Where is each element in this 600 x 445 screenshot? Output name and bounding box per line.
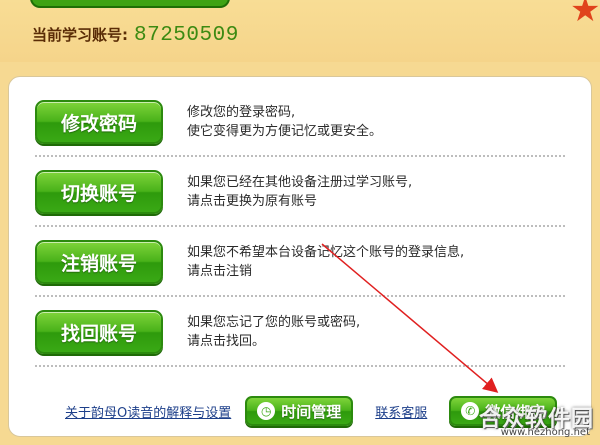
account-info: 当前学习账号: 87250509 [32,24,239,48]
option-row-recover-account: 找回账号 如果您忘记了您的账号或密码, 请点击找回。 [35,297,565,367]
header-band: ★ 当前学习账号: 87250509 [0,0,600,62]
logout-account-button[interactable]: 注销账号 [35,240,163,284]
option-description: 修改您的登录密码, 使它变得更为方便记忆或更安全。 [187,103,382,141]
option-description: 如果您忘记了您的账号或密码, 请点击找回。 [187,313,360,351]
description-line: 如果您已经在其他设备注册过学习账号, [187,175,413,190]
option-row-logout-account: 注销账号 如果您不希望本台设备记忆这个账号的登录信息, 请点击注销 [35,227,565,297]
contact-support-link[interactable]: 联系客服 [375,402,427,421]
time-management-label: 时间管理 [281,402,342,421]
time-management-button[interactable]: ◷ 时间管理 [245,396,354,426]
wechat-bind-label: 微信绑定 [485,402,546,421]
description-line: 请点击找回。 [187,334,266,349]
switch-account-button[interactable]: 切换账号 [35,170,163,214]
settings-panel: 修改密码 修改您的登录密码, 使它变得更为方便记忆或更安全。 切换账号 如果您已… [8,76,592,437]
clock-icon: ◷ [257,402,276,420]
option-description: 如果您已经在其他设备注册过学习账号, 请点击更换为原有账号 [187,173,412,211]
option-description: 如果您不希望本台设备记忆这个账号的登录信息, 请点击注销 [187,243,464,281]
wechat-icon: ✆ [461,402,480,420]
change-password-button[interactable]: 修改密码 [35,100,163,144]
option-row-switch-account: 切换账号 如果您已经在其他设备注册过学习账号, 请点击更换为原有账号 [35,157,565,227]
recover-account-button[interactable]: 找回账号 [35,310,163,354]
description-line: 请点击注销 [187,264,253,279]
description-line: 请点击更换为原有账号 [187,194,318,209]
panel-footer: 关于韵母O读音的解释与设置 ◷ 时间管理 联系客服 ✆ 微信绑定 [25,391,585,431]
decoration-icon: ★ [570,0,600,30]
option-row-change-password: 修改密码 修改您的登录密码, 使它变得更为方便记忆或更安全。 [35,87,565,157]
wechat-bind-button[interactable]: ✆ 微信绑定 [449,396,558,426]
account-number: 87250509 [134,24,239,47]
account-label: 当前学习账号: [32,26,128,44]
description-line: 如果您忘记了您的账号或密码, [187,315,361,330]
description-line: 使它变得更为方便记忆或更安全。 [187,124,383,139]
title-banner [30,0,230,8]
about-o-pronunciation-link[interactable]: 关于韵母O读音的解释与设置 [65,402,231,421]
description-line: 如果您不希望本台设备记忆这个账号的登录信息, [187,245,465,260]
description-line: 修改您的登录密码, [187,105,296,120]
